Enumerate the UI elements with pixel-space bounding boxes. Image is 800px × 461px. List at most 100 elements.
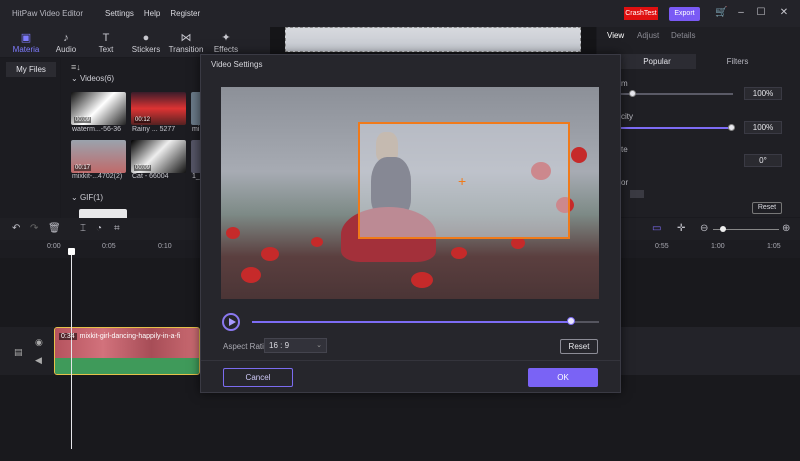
crop-icon[interactable]: ⌗ — [114, 224, 120, 234]
media-thumb[interactable]: 00:12 — [131, 92, 186, 125]
materials-icon: ▣ — [20, 32, 32, 44]
thumb-name: mixkit-...4702(2) — [72, 173, 123, 180]
snap-icon[interactable]: ▭ — [652, 224, 661, 234]
poppy — [311, 237, 323, 247]
close-icon[interactable]: ✕ — [778, 7, 790, 19]
menu-bar: Settings Help Register — [105, 9, 200, 18]
effects-icon: ✦ — [221, 32, 231, 44]
zoom-in-icon[interactable]: ⊕ — [782, 224, 790, 234]
poppy — [571, 147, 587, 163]
playback-progress-knob[interactable] — [567, 317, 576, 325]
tool-transition[interactable]: ⋈ Transition — [166, 29, 206, 57]
gif-thumb[interactable] — [79, 209, 127, 218]
divider — [201, 360, 620, 361]
maximize-icon[interactable]: ☐ — [755, 7, 767, 19]
thumb-duration: 00:17 — [74, 165, 92, 171]
media-thumb[interactable]: 00:17 — [71, 140, 126, 173]
thumb-name: Rainy ... 5277 — [132, 126, 176, 133]
timeline-zoom-knob[interactable] — [720, 226, 726, 232]
tab-popular[interactable]: Popular — [618, 54, 696, 69]
menu-register[interactable]: Register — [170, 9, 200, 18]
crop-handle[interactable] — [358, 122, 363, 127]
sort-icon[interactable]: ≡↓ — [71, 62, 81, 72]
visibility-icon[interactable]: ◉ — [35, 337, 43, 348]
media-toolbar: ▣ Materia ♪ Audio T Text ● Stickers ⋈ Tr… — [0, 27, 270, 57]
marker-icon[interactable]: ✛ — [677, 224, 685, 234]
zoom-out-icon[interactable]: ⊖ — [700, 224, 708, 234]
menu-settings[interactable]: Settings — [105, 9, 134, 18]
ok-button[interactable]: OK — [528, 368, 598, 387]
media-thumb[interactable]: 00:09 — [131, 140, 186, 173]
cancel-button[interactable]: Cancel — [223, 368, 293, 387]
tool-effects[interactable]: ✦ Effects — [206, 29, 246, 57]
tab-details[interactable]: Details — [671, 31, 695, 40]
rotate-label: te — [621, 145, 628, 154]
delete-icon[interactable]: 🗑 — [48, 224, 61, 234]
tool-stickers[interactable]: ● Stickers — [126, 29, 166, 57]
menu-help[interactable]: Help — [144, 9, 160, 18]
chevron-down-icon: ⌄ — [316, 342, 322, 349]
media-sidebar: My Files — [0, 58, 60, 218]
mirror-label: or — [621, 178, 629, 187]
crop-handle[interactable] — [358, 234, 363, 239]
videos-group-title[interactable]: ⌄ Videos(6) — [71, 74, 114, 83]
volume-icon[interactable]: ◀ — [35, 355, 42, 366]
aspect-ratio-value: 16 : 9 — [269, 341, 290, 350]
aspect-ratio-select[interactable]: 16 : 9 ⌄ — [264, 338, 327, 353]
ruler-tick: 0:00 — [47, 243, 61, 250]
tab-filters[interactable]: Filters — [700, 54, 775, 69]
zoom-slider-knob[interactable] — [629, 90, 636, 97]
tool-text[interactable]: T Text — [86, 29, 126, 57]
tool-materials[interactable]: ▣ Materia — [6, 29, 46, 57]
transition-icon: ⋈ — [180, 32, 192, 44]
zoom-value[interactable]: 100% — [744, 87, 782, 100]
redo-icon[interactable]: ↷ — [30, 224, 38, 234]
playhead-handle[interactable] — [68, 248, 75, 255]
text-icon: T — [102, 32, 110, 44]
audio-icon: ♪ — [63, 32, 69, 44]
cart-icon[interactable]: 🛒 — [715, 7, 727, 19]
minimize-icon[interactable]: – — [735, 7, 747, 19]
zoom-slider[interactable] — [621, 93, 733, 95]
tab-view[interactable]: View — [607, 31, 624, 40]
poppy — [261, 247, 279, 261]
split-icon[interactable]: ⌶ — [80, 224, 86, 234]
opacity-slider-knob[interactable] — [728, 124, 735, 131]
reset-button[interactable]: Reset — [560, 339, 598, 354]
media-thumb[interactable]: 00:09 — [71, 92, 126, 125]
properties-reset-button[interactable]: Reset — [752, 202, 782, 214]
stickers-icon: ● — [142, 32, 150, 44]
crosshair-icon: + — [458, 173, 467, 189]
tool-label: Materia — [12, 45, 40, 54]
undo-icon[interactable]: ↶ — [12, 224, 20, 234]
crop-handle[interactable] — [565, 234, 570, 239]
tool-label: Audio — [55, 45, 77, 54]
zoom-label: m — [621, 79, 628, 88]
thumb-name: mi — [192, 126, 200, 133]
crop-handle[interactable] — [565, 122, 570, 127]
opacity-slider[interactable] — [621, 127, 733, 129]
tab-adjust[interactable]: Adjust — [637, 31, 659, 40]
poppy — [451, 247, 467, 259]
export-button[interactable]: Export — [669, 7, 700, 21]
app-title: HitPaw Video Editor — [12, 9, 83, 18]
tool-audio[interactable]: ♪ Audio — [46, 29, 86, 57]
play-button[interactable] — [222, 313, 240, 331]
ruler-tick: 0:10 — [158, 243, 172, 250]
tool-label: Stickers — [131, 45, 161, 54]
crop-box[interactable]: + — [358, 122, 570, 239]
clip-duration: 0:34 — [59, 333, 77, 340]
speed-icon[interactable]: ◔ — [96, 224, 102, 234]
thumb-name: Cat - 66004 — [132, 173, 169, 180]
thumb-name: 1_ — [192, 173, 200, 180]
poppy — [226, 227, 240, 239]
sidebar-item-my-files[interactable]: My Files — [6, 62, 56, 77]
playhead[interactable] — [71, 249, 72, 449]
gif-group-title[interactable]: ⌄ GIF(1) — [71, 193, 103, 202]
timeline-clip[interactable]: 0:34 mixkit-girl-dancing-happily-in-a-fi — [54, 327, 200, 375]
rotate-value[interactable]: 0° — [744, 154, 782, 167]
thumb-name: waterm...-56-36 — [72, 126, 122, 133]
thumb-duration: 00:09 — [134, 165, 152, 171]
opacity-value[interactable]: 100% — [744, 121, 782, 134]
mirror-icon[interactable] — [630, 190, 644, 198]
